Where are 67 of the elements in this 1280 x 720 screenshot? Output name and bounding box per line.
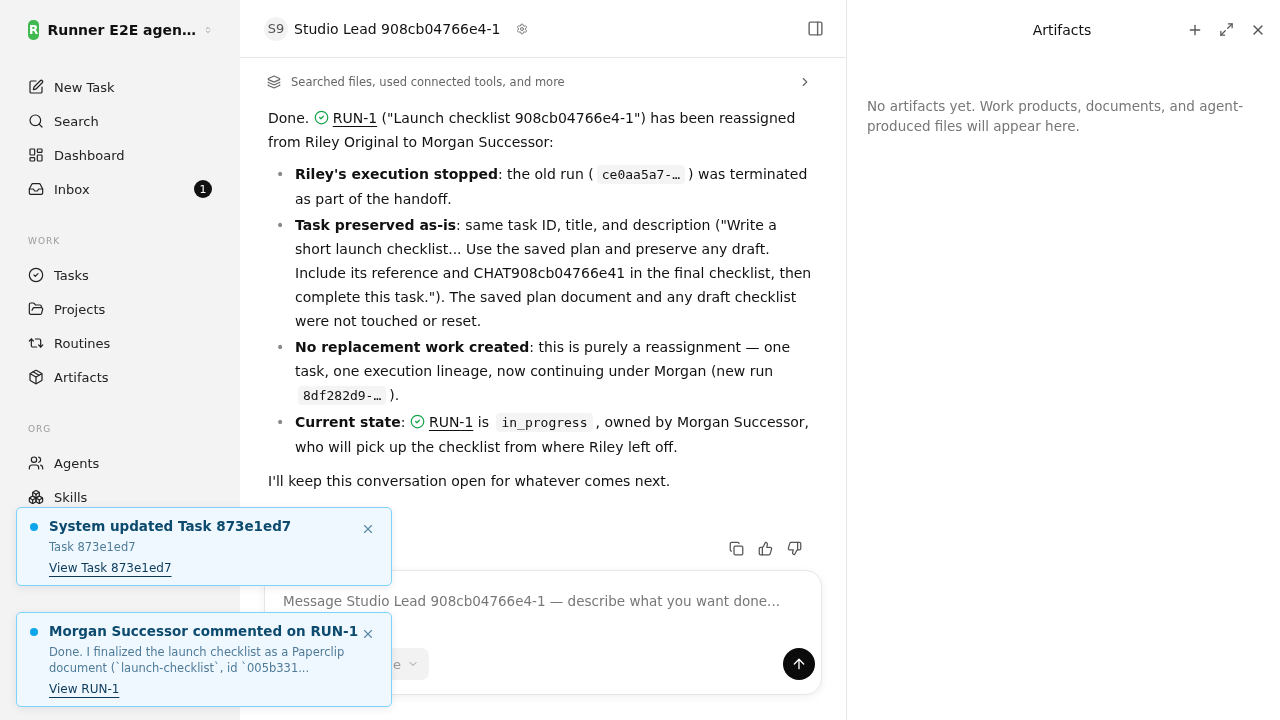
inline-code: ce0aa5a7-… bbox=[596, 165, 686, 184]
message-bullet: Current state: RUN-1 is in_progress , owned by Morgan Successor, who will pick up the checklist from where Riley left off. bbox=[295, 412, 810, 457]
nav-icon bbox=[28, 181, 44, 197]
toast-body: Done. I finalized the launch checklist as a Paperclip document (`launch-checklist`, id `005b331... bbox=[49, 644, 346, 676]
nav-icon bbox=[28, 113, 44, 129]
chat-title: Studio Lead 908cb04766e4-1 bbox=[294, 20, 501, 37]
bullet-marker: • bbox=[276, 338, 283, 357]
add-icon[interactable] bbox=[1187, 22, 1203, 38]
unread-dot bbox=[30, 523, 38, 531]
sidebar-item[interactable]: Projects bbox=[20, 292, 220, 326]
send-button[interactable] bbox=[783, 648, 815, 680]
inline-code: 8df282d9-… bbox=[298, 386, 387, 405]
workspace-logo: R bbox=[28, 20, 40, 40]
toast-link[interactable]: View RUN-1 bbox=[49, 682, 120, 696]
panel-toggle-icon[interactable] bbox=[807, 20, 824, 37]
sidebar-item[interactable]: Agents bbox=[20, 446, 220, 480]
sidebar-item[interactable]: New Task bbox=[20, 70, 220, 104]
unread-dot bbox=[30, 628, 38, 636]
workspace-name[interactable]: Runner E2E agen… bbox=[47, 22, 197, 38]
bullet-marker: • bbox=[276, 165, 283, 184]
sidebar-item[interactable]: Routines bbox=[20, 326, 220, 360]
nav-icon bbox=[28, 267, 44, 283]
run-link[interactable]: RUN-1 bbox=[428, 414, 474, 430]
section-heading: WORK bbox=[28, 236, 62, 246]
message-paragraph: I'll keep this conversation open for whatever comes next. bbox=[268, 472, 672, 491]
sidebar-item[interactable]: Inbox 1 bbox=[20, 172, 220, 206]
inline-code: in_progress bbox=[496, 413, 593, 432]
bullet-marker: • bbox=[276, 216, 283, 235]
settings-icon[interactable] bbox=[516, 22, 529, 35]
nav-icon bbox=[28, 455, 44, 471]
sidebar-item[interactable]: Artifacts bbox=[20, 360, 220, 394]
thumbs-up-icon[interactable] bbox=[758, 541, 773, 556]
count-badge: 1 bbox=[194, 180, 212, 198]
nav-icon bbox=[28, 147, 44, 163]
run-link[interactable]: RUN-1 bbox=[332, 110, 378, 126]
expand-icon[interactable] bbox=[1219, 22, 1234, 38]
nav-icon bbox=[28, 489, 44, 505]
message-bullet: No replacement work created: this is purely a reassignment — one task, one execution lineage, now continuing under Morgan (new run 8df282d9-… ). bbox=[295, 338, 791, 407]
activity-summary[interactable]: Searched files, used connected tools, and more bbox=[291, 75, 788, 89]
sidebar-item[interactable]: Tasks bbox=[20, 258, 220, 292]
agent-avatar: S9 bbox=[264, 16, 288, 41]
nav-icon bbox=[28, 335, 44, 351]
section-heading: ORG bbox=[28, 424, 53, 434]
sidebar-item[interactable]: Dashboard bbox=[20, 138, 220, 172]
thumbs-down-icon[interactable] bbox=[787, 541, 802, 556]
close-icon[interactable] bbox=[361, 522, 375, 536]
nav-icon bbox=[28, 369, 44, 385]
sidebar-item[interactable]: Skills bbox=[20, 480, 220, 514]
message-bullet: Riley's execution stopped: the old run ( ce0aa5a7-… ) was terminated as part of the handoff. bbox=[295, 164, 809, 209]
message-bullet: Task preserved as-is: same task ID, title, and description ("Write a short launch checklist... Use the saved plan and preserve any draft. Include its reference and CHAT908cb04766e41 in the final checklist, then complete this task."). The saved plan document and any draft checklist were not touched or reset. bbox=[295, 216, 813, 331]
toast-link[interactable]: View Task 873e1ed7 bbox=[49, 561, 172, 575]
bullet-marker: • bbox=[276, 413, 283, 432]
message-input[interactable]: Message Studio Lead 908cb04766e4-1 — describe what you want done... bbox=[283, 593, 803, 609]
toast-title: System updated Task 873e1ed7 bbox=[49, 518, 292, 534]
copy-icon[interactable] bbox=[729, 541, 744, 556]
nav-icon bbox=[28, 301, 44, 317]
layers-icon bbox=[267, 75, 281, 89]
empty-state-text: No artifacts yet. Work products, documents, and agent-produced files will appear here. bbox=[867, 97, 1244, 136]
toast-title: Morgan Successor commented on RUN-1 bbox=[49, 623, 359, 639]
check-circle-icon bbox=[409, 414, 425, 429]
panel-title: Artifacts bbox=[1031, 22, 1093, 38]
check-circle-icon bbox=[313, 110, 329, 125]
sidebar-item[interactable]: Search bbox=[20, 104, 220, 138]
nav-icon bbox=[28, 79, 44, 95]
message-paragraph: Done. RUN-1 ("Launch checklist 908cb04766e4-1") has been reassigned from Riley Original to Morgan Successor: bbox=[268, 109, 797, 152]
toast-body: Task 873e1ed7 bbox=[49, 539, 137, 555]
close-icon[interactable] bbox=[361, 627, 375, 641]
